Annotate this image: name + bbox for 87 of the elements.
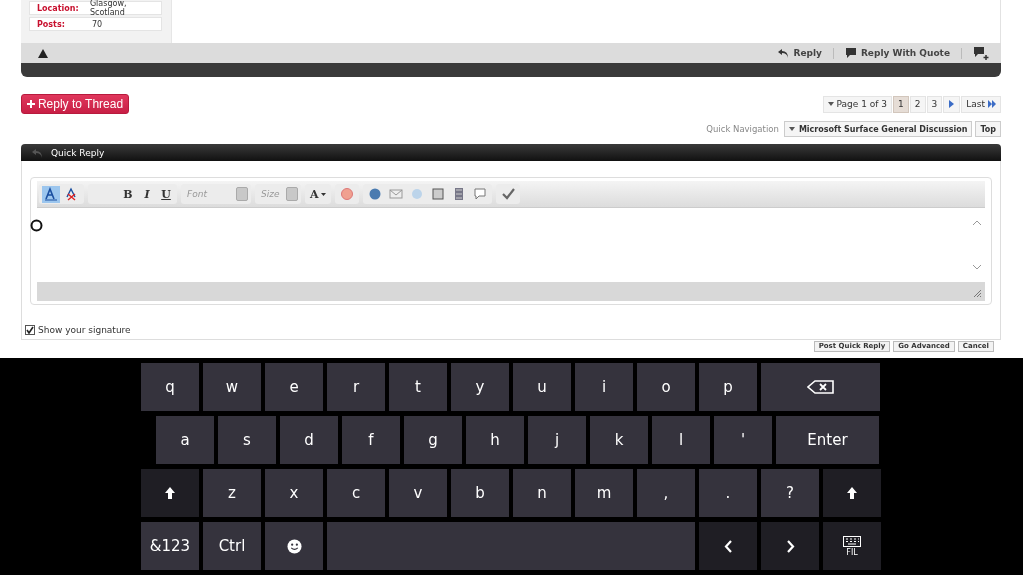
keyboard-key[interactable]: b bbox=[451, 469, 509, 517]
keyboard-key[interactable]: h bbox=[466, 416, 524, 464]
quick-reply-title: Quick Reply bbox=[51, 147, 105, 158]
reply-arrow-icon bbox=[31, 146, 43, 159]
keyboard-key[interactable]: ' bbox=[714, 416, 772, 464]
reply-to-thread-button[interactable]: Reply to Thread bbox=[21, 94, 129, 114]
resize-grip-icon bbox=[972, 288, 982, 298]
text-mode-icon bbox=[44, 187, 58, 201]
multi-quote-icon bbox=[973, 46, 989, 60]
keyboard-key[interactable]: v bbox=[389, 469, 447, 517]
backspace-icon bbox=[806, 380, 835, 394]
keyboard-key[interactable]: , bbox=[637, 469, 695, 517]
frame-icon bbox=[430, 187, 445, 201]
keyboard-key[interactable]: e bbox=[265, 363, 323, 411]
info-value: Glasgow, Scotland bbox=[89, 0, 128, 17]
speech-bubble-icon bbox=[844, 47, 857, 59]
scroll-up-icon[interactable] bbox=[972, 220, 982, 226]
format-button[interactable]: U bbox=[158, 185, 174, 203]
warning-icon bbox=[37, 47, 49, 59]
caret-icon bbox=[788, 127, 795, 131]
keyboard-key[interactable]: c bbox=[327, 469, 385, 517]
forum-select[interactable]: Microsoft Surface General Discussion bbox=[783, 121, 973, 137]
keyboard-key[interactable]: &123 bbox=[141, 522, 199, 570]
reply-with-quote-link[interactable]: Reply With Quote bbox=[844, 47, 950, 59]
keyboard-key[interactable]: ? bbox=[761, 469, 819, 517]
top-button[interactable]: Top bbox=[975, 121, 1001, 137]
keyboard-key[interactable]: FIL bbox=[823, 522, 881, 570]
keyboard-icon bbox=[843, 535, 861, 547]
page-link[interactable]: 1 bbox=[893, 95, 909, 113]
keyboard-key[interactable]: y bbox=[451, 363, 509, 411]
info-value: 70 bbox=[92, 19, 103, 29]
keyboard-key[interactable]: f bbox=[342, 416, 400, 464]
page-link[interactable]: 2 bbox=[909, 95, 926, 113]
info-label: Posts: bbox=[37, 19, 66, 29]
double-arrow-icon bbox=[988, 99, 996, 109]
keyboard-key[interactable]: . bbox=[699, 469, 757, 517]
triangle-right-icon bbox=[948, 99, 956, 109]
keyboard-key[interactable]: z bbox=[203, 469, 261, 517]
checkbox-label: Show your signature bbox=[38, 325, 131, 335]
keyboard-key[interactable]: p bbox=[699, 363, 757, 411]
envelope-icon bbox=[388, 187, 403, 201]
touch-cursor-icon bbox=[30, 219, 43, 232]
keyboard-key[interactable] bbox=[761, 363, 880, 411]
keyboard-key[interactable]: k bbox=[590, 416, 648, 464]
caret-icon bbox=[320, 192, 326, 196]
keyboard-key[interactable]: j bbox=[528, 416, 586, 464]
next-page-link[interactable] bbox=[943, 95, 961, 113]
keyboard-key[interactable]: n bbox=[513, 469, 571, 517]
keyboard-key[interactable]: g bbox=[404, 416, 462, 464]
arrow-up-icon bbox=[164, 486, 176, 500]
speech-bubble-icon bbox=[472, 187, 487, 201]
keyboard-key[interactable]: x bbox=[265, 469, 323, 517]
format-button[interactable]: I bbox=[139, 185, 155, 203]
chevron-right-icon bbox=[785, 539, 795, 553]
page-link[interactable]: 3 bbox=[926, 95, 943, 113]
keyboard-key[interactable]: l bbox=[652, 416, 710, 464]
page-menu[interactable]: Page 1 of 3 bbox=[822, 95, 893, 113]
last-page-link[interactable]: Last bbox=[961, 95, 1001, 113]
keyboard-key[interactable]: q bbox=[141, 363, 199, 411]
keyboard-key[interactable]: d bbox=[280, 416, 338, 464]
keyboard-key[interactable] bbox=[265, 522, 323, 570]
plus-icon bbox=[26, 100, 35, 108]
keyboard-key[interactable]: r bbox=[327, 363, 385, 411]
chevron-left-icon bbox=[723, 539, 733, 553]
keyboard-key[interactable]: Enter bbox=[776, 416, 879, 464]
checkbox[interactable] bbox=[25, 325, 35, 335]
caret-icon bbox=[827, 102, 834, 106]
scroll-down-icon[interactable] bbox=[972, 264, 982, 270]
remove-format-icon bbox=[65, 187, 79, 201]
editor-mode-button[interactable] bbox=[42, 185, 60, 203]
keyboard-key[interactable]: Ctrl bbox=[203, 522, 261, 570]
show-signature-checkbox[interactable]: Show your signature bbox=[25, 323, 992, 337]
reply-arrow-icon bbox=[777, 47, 790, 59]
keyboard-key[interactable]: t bbox=[389, 363, 447, 411]
keyboard-key[interactable]: o bbox=[637, 363, 695, 411]
arrow-up-icon bbox=[846, 486, 858, 500]
keyboard-key[interactable]: w bbox=[203, 363, 261, 411]
keyboard-key[interactable]: u bbox=[513, 363, 571, 411]
info-label: Location: bbox=[37, 3, 80, 13]
checkmark-icon bbox=[26, 326, 34, 334]
format-button[interactable]: B bbox=[120, 185, 136, 203]
keyboard-key[interactable]: m bbox=[575, 469, 633, 517]
quick-navigation-label: Quick Navigation bbox=[706, 124, 779, 134]
keyboard-key[interactable]: i bbox=[575, 363, 633, 411]
keyboard-key[interactable]: a bbox=[156, 416, 214, 464]
keyboard-key[interactable]: s bbox=[218, 416, 276, 464]
reply-link[interactable]: Reply bbox=[777, 47, 822, 59]
